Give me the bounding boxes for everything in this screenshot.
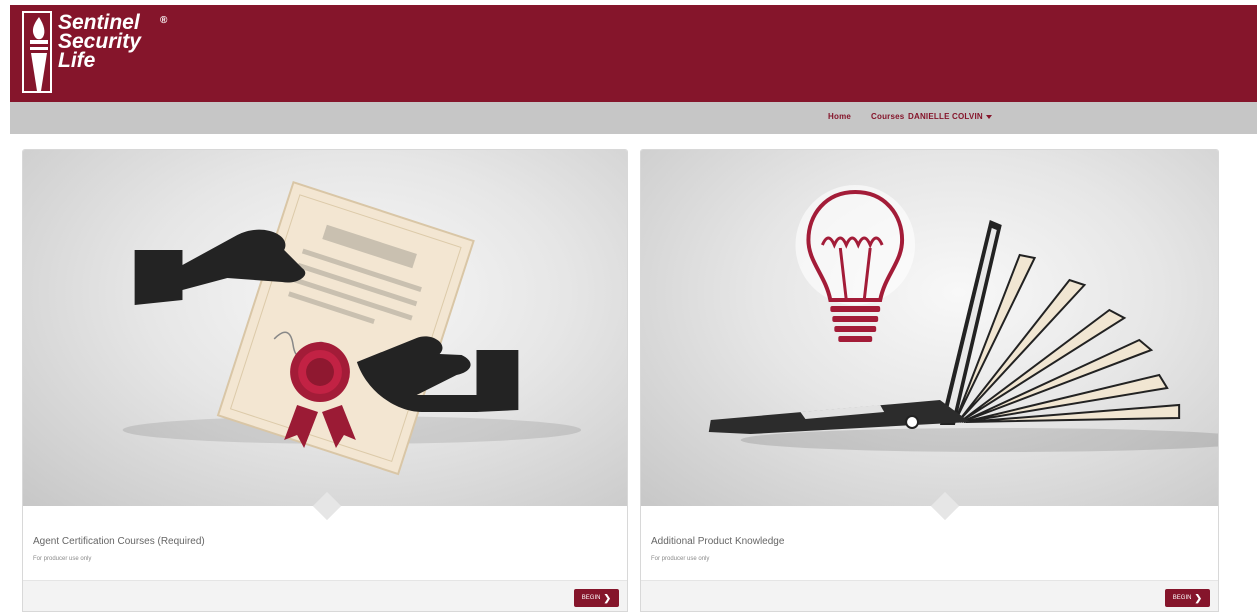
certificate-handover-illustration <box>23 150 627 506</box>
nav-courses-link[interactable]: Courses <box>871 112 904 121</box>
sentinel-security-life-logo[interactable]: Sentinel Security Life ® <box>22 11 192 97</box>
nav-home-link[interactable]: Home <box>828 112 851 121</box>
registered-mark: ® <box>160 15 168 26</box>
user-menu-dropdown[interactable]: DANIELLE COLVIN <box>908 112 992 121</box>
site-header: Sentinel Security Life ® <box>10 5 1257 102</box>
begin-button[interactable]: BEGIN ❯ <box>1164 589 1210 607</box>
begin-label: BEGIN <box>581 595 601 601</box>
course-card-product-knowledge: Additional Product Knowledge For produce… <box>640 149 1219 612</box>
lightbulb-laptop-book-illustration <box>641 150 1218 506</box>
card-footer: BEGIN ❯ <box>23 580 627 611</box>
main-navbar: Home Courses DANIELLE COLVIN <box>10 102 1257 134</box>
card-title: Additional Product Knowledge <box>651 536 785 547</box>
user-name: DANIELLE COLVIN <box>908 112 983 121</box>
caret-down-icon <box>985 114 992 119</box>
chevron-right-icon: ❯ <box>603 593 611 603</box>
card-title: Agent Certification Courses (Required) <box>33 536 205 547</box>
torch-logo-icon <box>22 11 52 93</box>
begin-label: BEGIN <box>1172 595 1192 601</box>
brand-line-3: Life <box>58 49 96 72</box>
card-subtitle: For producer use only <box>33 556 92 562</box>
card-footer: BEGIN ❯ <box>641 580 1218 611</box>
course-card-agent-certification: Agent Certification Courses (Required) F… <box>22 149 628 612</box>
chevron-right-icon: ❯ <box>1194 593 1202 603</box>
begin-button[interactable]: BEGIN ❯ <box>573 589 619 607</box>
brand-wordmark: Sentinel Security Life ® <box>58 12 167 72</box>
card-subtitle: For producer use only <box>651 556 710 562</box>
